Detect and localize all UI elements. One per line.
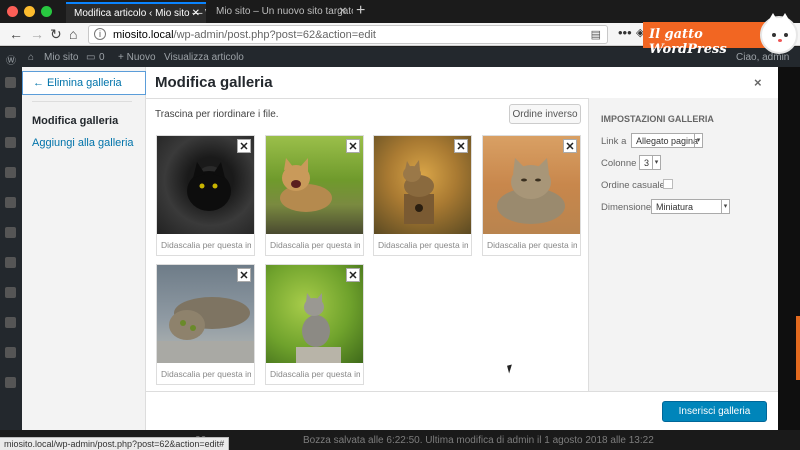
tab-close-icon[interactable]: ✕ [192,8,200,19]
users-icon[interactable] [5,287,16,298]
media-modal: ← Elimina galleria Modifica galleria Agg… [22,67,778,430]
modal-toolbar: Inserisci galleria [146,391,778,430]
modal-sidebar: ← Elimina galleria Modifica galleria Agg… [22,67,146,430]
tab-close-icon[interactable]: ✕ [339,6,347,17]
settings-header: IMPOSTAZIONI GALLERIA [601,114,714,124]
url-host: miosito.local [113,29,174,41]
tab-mio-sito[interactable]: Mio sito – Un nuovo sito targato W ✕ [208,2,353,23]
columns-select[interactable]: 3 ▾ [639,155,661,170]
browser-titlebar: Modifica articolo ‹ Mio sito — Word ✕ Mi… [0,0,800,23]
chevron-down-icon: ▾ [652,156,660,169]
comments-icon[interactable] [5,197,16,208]
comments-icon[interactable]: ▭ [86,52,95,63]
new-tab-button[interactable]: + [356,2,365,20]
tab-title: Mio sito – Un nuovo sito targato W [216,6,353,17]
chevron-down-icon: ▾ [721,200,729,213]
reorder-hint: Trascina per riordinare i file. [155,109,279,120]
home-icon[interactable]: ⌂ [69,26,77,42]
save-info: Bozza salvata alle 6:22:50. Ultima modif… [303,435,654,446]
chevron-down-icon: ▾ [694,134,702,147]
appearance-icon[interactable] [5,227,16,238]
size-value: Miniatura [656,202,694,212]
new-content-link[interactable]: + Nuovo [118,52,156,63]
dashboard-icon[interactable] [5,77,16,88]
collapse-menu-icon[interactable] [5,377,16,388]
menu-item-add-to-gallery[interactable]: Aggiungi alla galleria [32,137,134,149]
tools-icon[interactable] [5,317,16,328]
insert-gallery-button[interactable]: Inserisci galleria [662,401,767,422]
gallery-item[interactable]: ✕ Didascalia per questa immagine [156,264,255,385]
caption-field[interactable]: Didascalia per questa immagine [270,240,360,250]
gallery-item[interactable]: ✕ Didascalia per questa immagine [265,135,364,256]
back-arrow-icon[interactable]: ← [9,26,23,42]
caption-field[interactable]: Didascalia per questa immagine [161,369,251,379]
forward-arrow-icon[interactable]: → [30,26,44,42]
link-to-label: Link a [601,136,627,147]
comments-count: 0 [99,52,105,63]
remove-icon[interactable]: ✕ [346,268,360,282]
link-to-select[interactable]: Allegato pagina ▾ [631,133,703,148]
reverse-order-button[interactable]: Ordine inverso [509,104,581,124]
url-text: miosito.local/wp-admin/post.php?post=62&… [113,29,376,41]
columns-value: 3 [644,158,650,168]
view-post-link[interactable]: Visualizza articolo [164,52,244,63]
close-window-button[interactable] [7,6,18,17]
menu-item-edit-gallery[interactable]: Modifica galleria [32,115,118,127]
reader-view-icon[interactable]: ▤ [591,28,601,41]
random-order-label: Ordine casuale [601,180,665,191]
caption-field[interactable]: Didascalia per questa immagine [378,240,468,250]
remove-icon[interactable]: ✕ [237,268,251,282]
scroll-indicator [796,316,800,380]
mouse-cursor-icon [507,364,514,374]
wp-admin-menu [0,67,22,450]
zoom-window-button[interactable] [41,6,52,17]
site-name-link[interactable]: Mio sito [44,52,78,63]
delete-gallery-button[interactable]: ← Elimina galleria [22,71,146,95]
gallery-item[interactable]: ✕ Didascalia per questa immagine [265,264,364,385]
url-path: /wp-admin/post.php?post=62&action=edit [173,29,376,41]
wp-logo-icon[interactable]: Ⓦ [6,52,16,67]
modal-close-icon[interactable]: × [754,75,762,90]
columns-label: Colonne [601,158,637,169]
tab-title: Modifica articolo ‹ Mio sito — Word [74,8,206,19]
size-label: Dimensione [601,202,652,213]
caption-field[interactable]: Didascalia per questa immagine [270,369,360,379]
home-icon: ⌂ [28,52,35,63]
reload-icon[interactable]: ↻ [50,26,62,43]
status-url-tooltip: miosito.local/wp-admin/post.php?post=62&… [0,437,230,450]
sidebar-divider [32,101,132,102]
media-icon[interactable] [5,137,16,148]
gallery-item[interactable]: ✕ Didascalia per questa immagine [373,135,472,256]
remove-icon[interactable]: ✕ [237,139,251,153]
plugins-icon[interactable] [5,257,16,268]
size-select[interactable]: Miniatura ▾ [651,199,730,214]
modal-title: Modifica galleria [155,74,273,91]
caption-field[interactable]: Didascalia per questa immagine [487,240,577,250]
remove-icon[interactable]: ✕ [454,139,468,153]
remove-icon[interactable]: ✕ [346,139,360,153]
tab-modifica-articolo[interactable]: Modifica articolo ‹ Mio sito — Word ✕ [66,2,206,23]
minimize-window-button[interactable] [24,6,35,17]
gallery-settings-panel: IMPOSTAZIONI GALLERIA Link a Allegato pa… [588,98,778,391]
settings-icon[interactable] [5,347,16,358]
info-icon[interactable]: i [94,28,106,40]
gallery-item[interactable]: ✕ Didascalia per questa immagine [156,135,255,256]
page-actions-icon[interactable]: ••• [618,25,632,40]
url-bar[interactable]: i miosito.local/wp-admin/post.php?post=6… [88,25,608,44]
posts-icon[interactable] [5,107,16,118]
cat-mascot-icon [760,13,798,54]
gallery-item[interactable]: ✕ Didascalia per questa immagine [482,135,581,256]
pages-icon[interactable] [5,167,16,178]
caption-field[interactable]: Didascalia per questa immagine [161,240,251,250]
remove-icon[interactable]: ✕ [563,139,577,153]
random-order-checkbox[interactable] [663,179,673,189]
link-to-value: Allegato pagina [636,136,699,146]
